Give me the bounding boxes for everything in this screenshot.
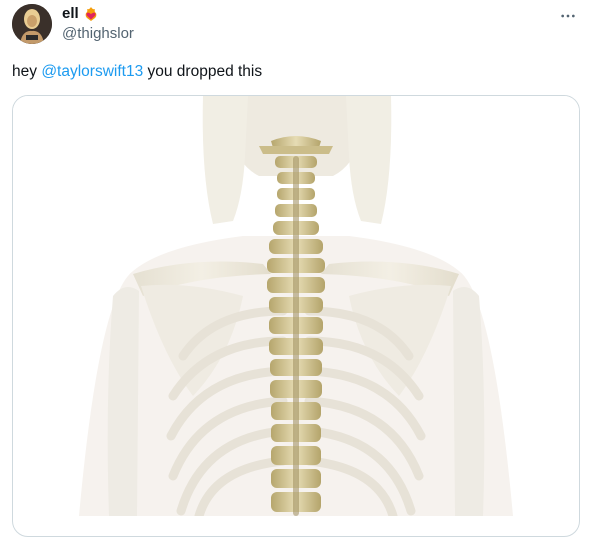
avatar-photo [12,4,52,44]
display-name[interactable]: ell [62,4,79,24]
author-info: ell @thighslor [62,4,134,44]
display-name-row: ell [62,4,134,24]
tweet-text-suffix: you dropped this [143,63,263,80]
tweet-text: hey @taylorswift13 you dropped this [12,62,262,82]
mention-link[interactable]: @taylorswift13 [41,63,143,80]
more-button[interactable] [556,6,580,26]
more-horizontal-icon [561,14,575,18]
spine-skeleton-image [13,96,579,516]
avatar[interactable] [12,4,52,44]
tweet-media[interactable] [12,95,580,537]
tweet: ell @thighslor hey @taylorswift13 you dr… [0,0,592,537]
tweet-text-prefix: hey [12,63,42,80]
heart-on-fire-icon [83,6,99,22]
handle[interactable]: @thighslor [62,24,134,44]
